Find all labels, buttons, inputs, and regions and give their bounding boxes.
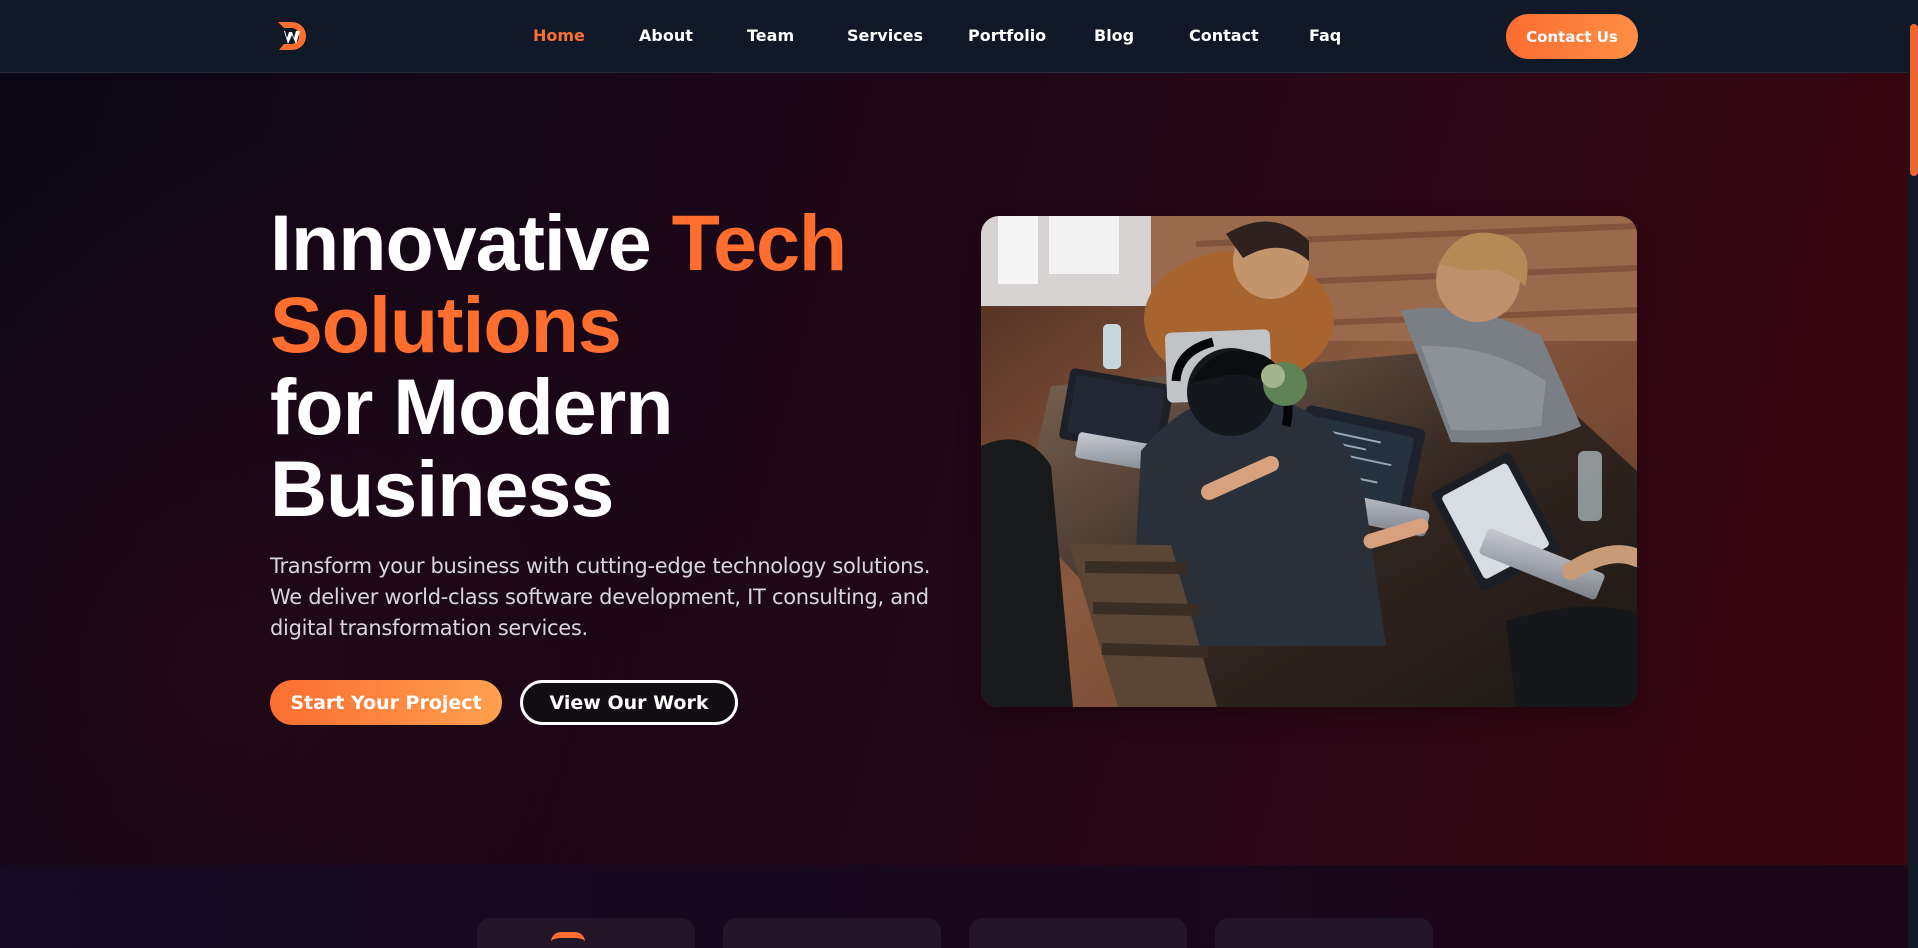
nav-item-portfolio[interactable]: Portfolio (968, 26, 1046, 45)
hero-title-line-4: Business (270, 444, 614, 533)
start-your-project-button[interactable]: Start Your Project (270, 680, 502, 725)
nav-item-team[interactable]: Team (747, 26, 794, 45)
page-scrollbar-thumb[interactable] (1910, 24, 1918, 176)
hero-description-line-3: digital transformation services. (270, 616, 588, 640)
nav-item-contact[interactable]: Contact (1189, 26, 1259, 45)
nav-item-home[interactable]: Home (533, 26, 585, 45)
stat-card (1215, 918, 1433, 948)
nav-item-about[interactable]: About (639, 26, 693, 45)
stat-card (477, 918, 695, 948)
view-our-work-button[interactable]: View Our Work (520, 680, 738, 725)
hero-title-accent-tech: Tech (671, 198, 848, 287)
page-scrollbar-track[interactable] (1908, 0, 1918, 948)
team-working-on-laptops-photo (981, 216, 1637, 707)
hero-title-accent-solutions: Solutions (270, 280, 622, 369)
stats-section (0, 865, 1908, 948)
nav-item-blog[interactable]: Blog (1094, 26, 1134, 45)
hero-title-prefix: Innovative (270, 198, 672, 287)
contact-us-button[interactable]: Contact Us (1506, 14, 1638, 59)
nav-item-faq[interactable]: Faq (1309, 26, 1341, 45)
hero-title-line-3: for Modern (270, 362, 674, 451)
hero-description-line-1: Transform your business with cutting-edg… (270, 554, 931, 578)
hero-description-line-2: We deliver world-class software developm… (270, 585, 929, 609)
site-header: Home About Team Services Portfolio Blog … (0, 0, 1908, 73)
hero-description: Transform your business with cutting-edg… (270, 551, 930, 644)
nav-item-services[interactable]: Services (847, 26, 923, 45)
hero-section: Innovative Tech Solutions for Modern Bus… (0, 73, 1908, 865)
hero-title-line-1: Innovative Tech (270, 202, 910, 284)
hero-title: Innovative Tech Solutions for Modern Bus… (270, 202, 910, 530)
website-page: Home About Team Services Portfolio Blog … (0, 0, 1918, 948)
stat-card (969, 918, 1187, 948)
stat-card (723, 918, 941, 948)
stat-accent-peek (551, 932, 585, 942)
